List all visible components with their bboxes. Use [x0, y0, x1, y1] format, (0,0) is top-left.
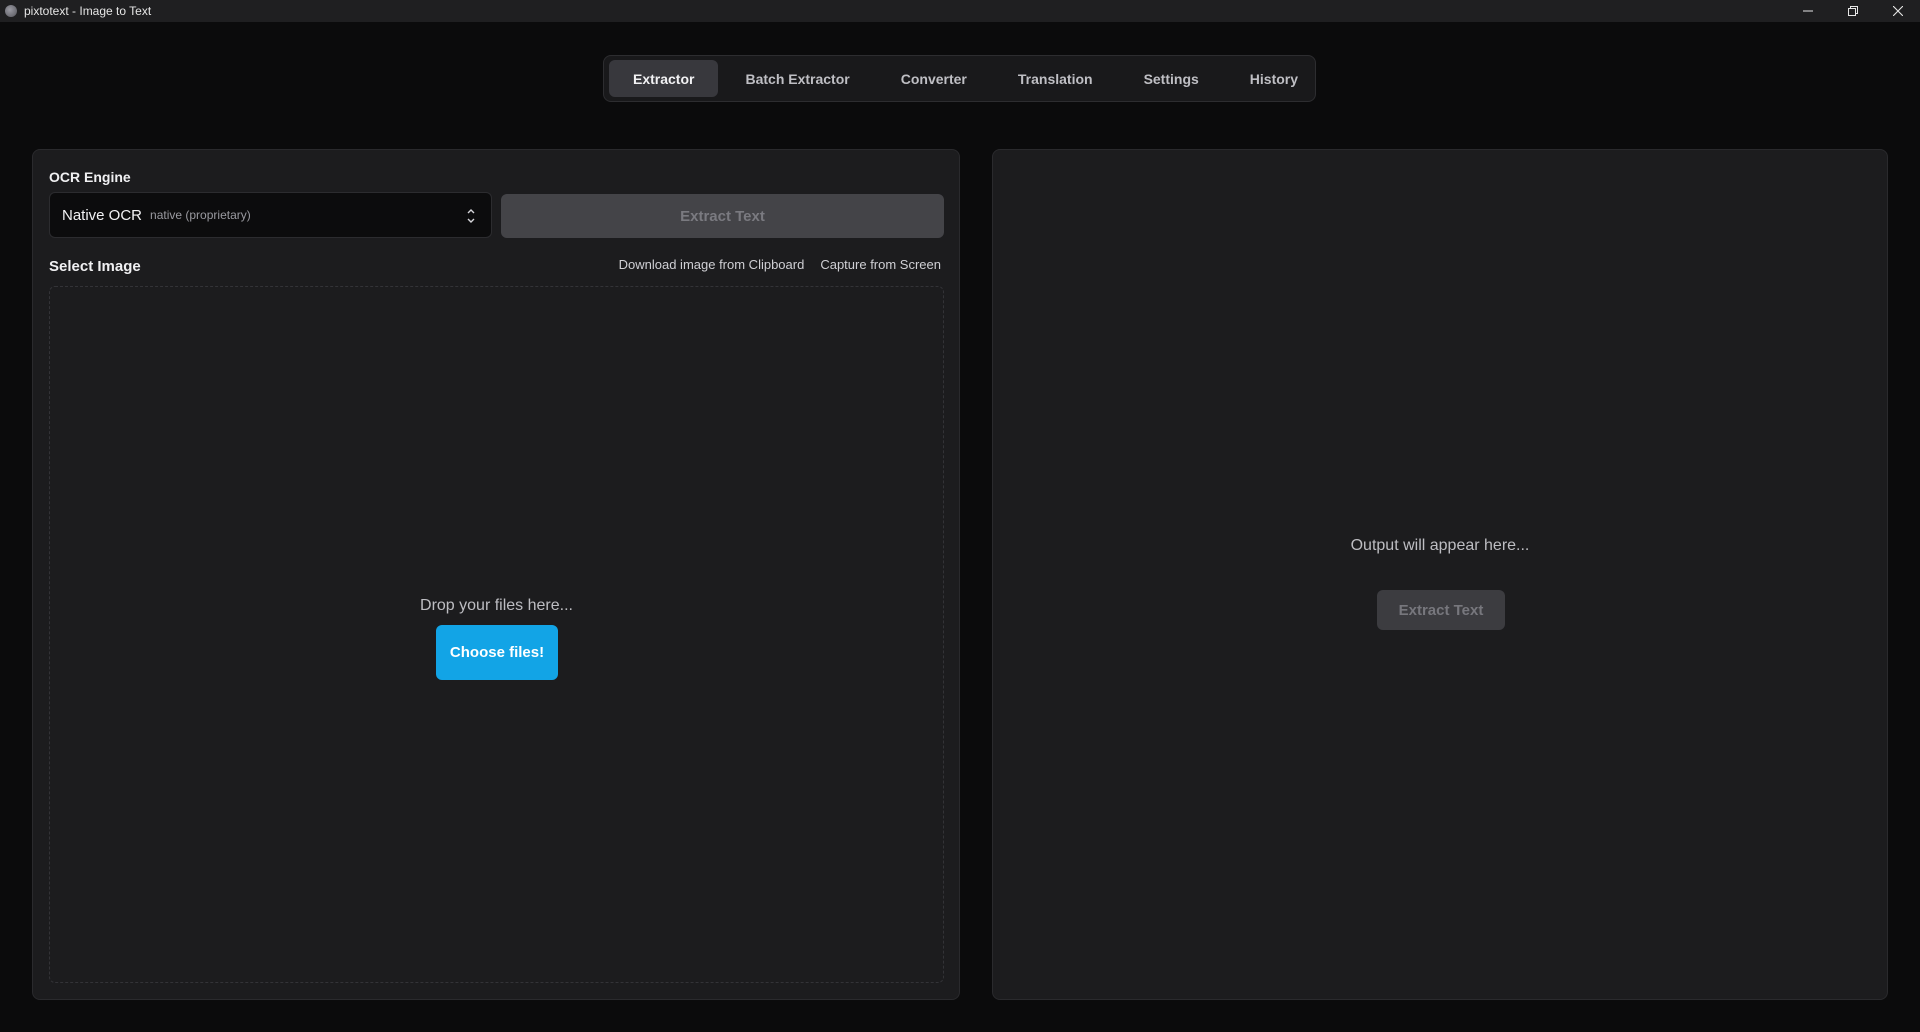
tab-history[interactable]: History [1226, 60, 1322, 97]
ocr-engine-selected: Native OCR [62, 206, 143, 224]
download-from-clipboard-link[interactable]: Download image from Clipboard [619, 257, 805, 272]
select-image-label: Select Image [49, 258, 141, 275]
app-icon [5, 5, 17, 17]
minimize-icon[interactable] [1785, 0, 1830, 22]
tab-batch-extractor[interactable]: Batch Extractor [721, 60, 873, 97]
close-icon[interactable] [1875, 0, 1920, 22]
ocr-engine-label: OCR Engine [49, 169, 131, 185]
tab-converter[interactable]: Converter [877, 60, 991, 97]
extract-text-button[interactable]: Extract Text [501, 194, 944, 238]
drop-files-text: Drop your files here... [420, 597, 573, 614]
output-placeholder: Output will appear here... [1350, 537, 1530, 554]
chevron-up-down-icon [465, 205, 477, 227]
window-controls [1785, 0, 1920, 22]
window-title: pixtotext - Image to Text [24, 4, 152, 18]
file-dropzone[interactable]: Drop your files here... Choose files! [49, 286, 944, 983]
choose-files-button[interactable]: Choose files! [436, 625, 558, 680]
image-source-links: Download image from Clipboard Capture fr… [619, 257, 941, 272]
tab-settings[interactable]: Settings [1120, 60, 1223, 97]
main-tab-bar: Extractor Batch Extractor Converter Tran… [603, 55, 1316, 102]
capture-from-screen-link[interactable]: Capture from Screen [820, 257, 941, 272]
title-bar: pixtotext - Image to Text [0, 0, 1920, 22]
extractor-panel: OCR Engine Native OCR native (proprietar… [32, 149, 960, 1000]
ocr-engine-selected-sub: native (proprietary) [150, 208, 251, 222]
output-extract-text-button[interactable]: Extract Text [1377, 590, 1505, 630]
tab-translation[interactable]: Translation [994, 60, 1117, 97]
tab-extractor[interactable]: Extractor [609, 60, 719, 97]
restore-icon[interactable] [1830, 0, 1875, 22]
output-panel: Output will appear here... Extract Text [992, 149, 1888, 1000]
ocr-engine-select[interactable]: Native OCR native (proprietary) [49, 192, 492, 238]
